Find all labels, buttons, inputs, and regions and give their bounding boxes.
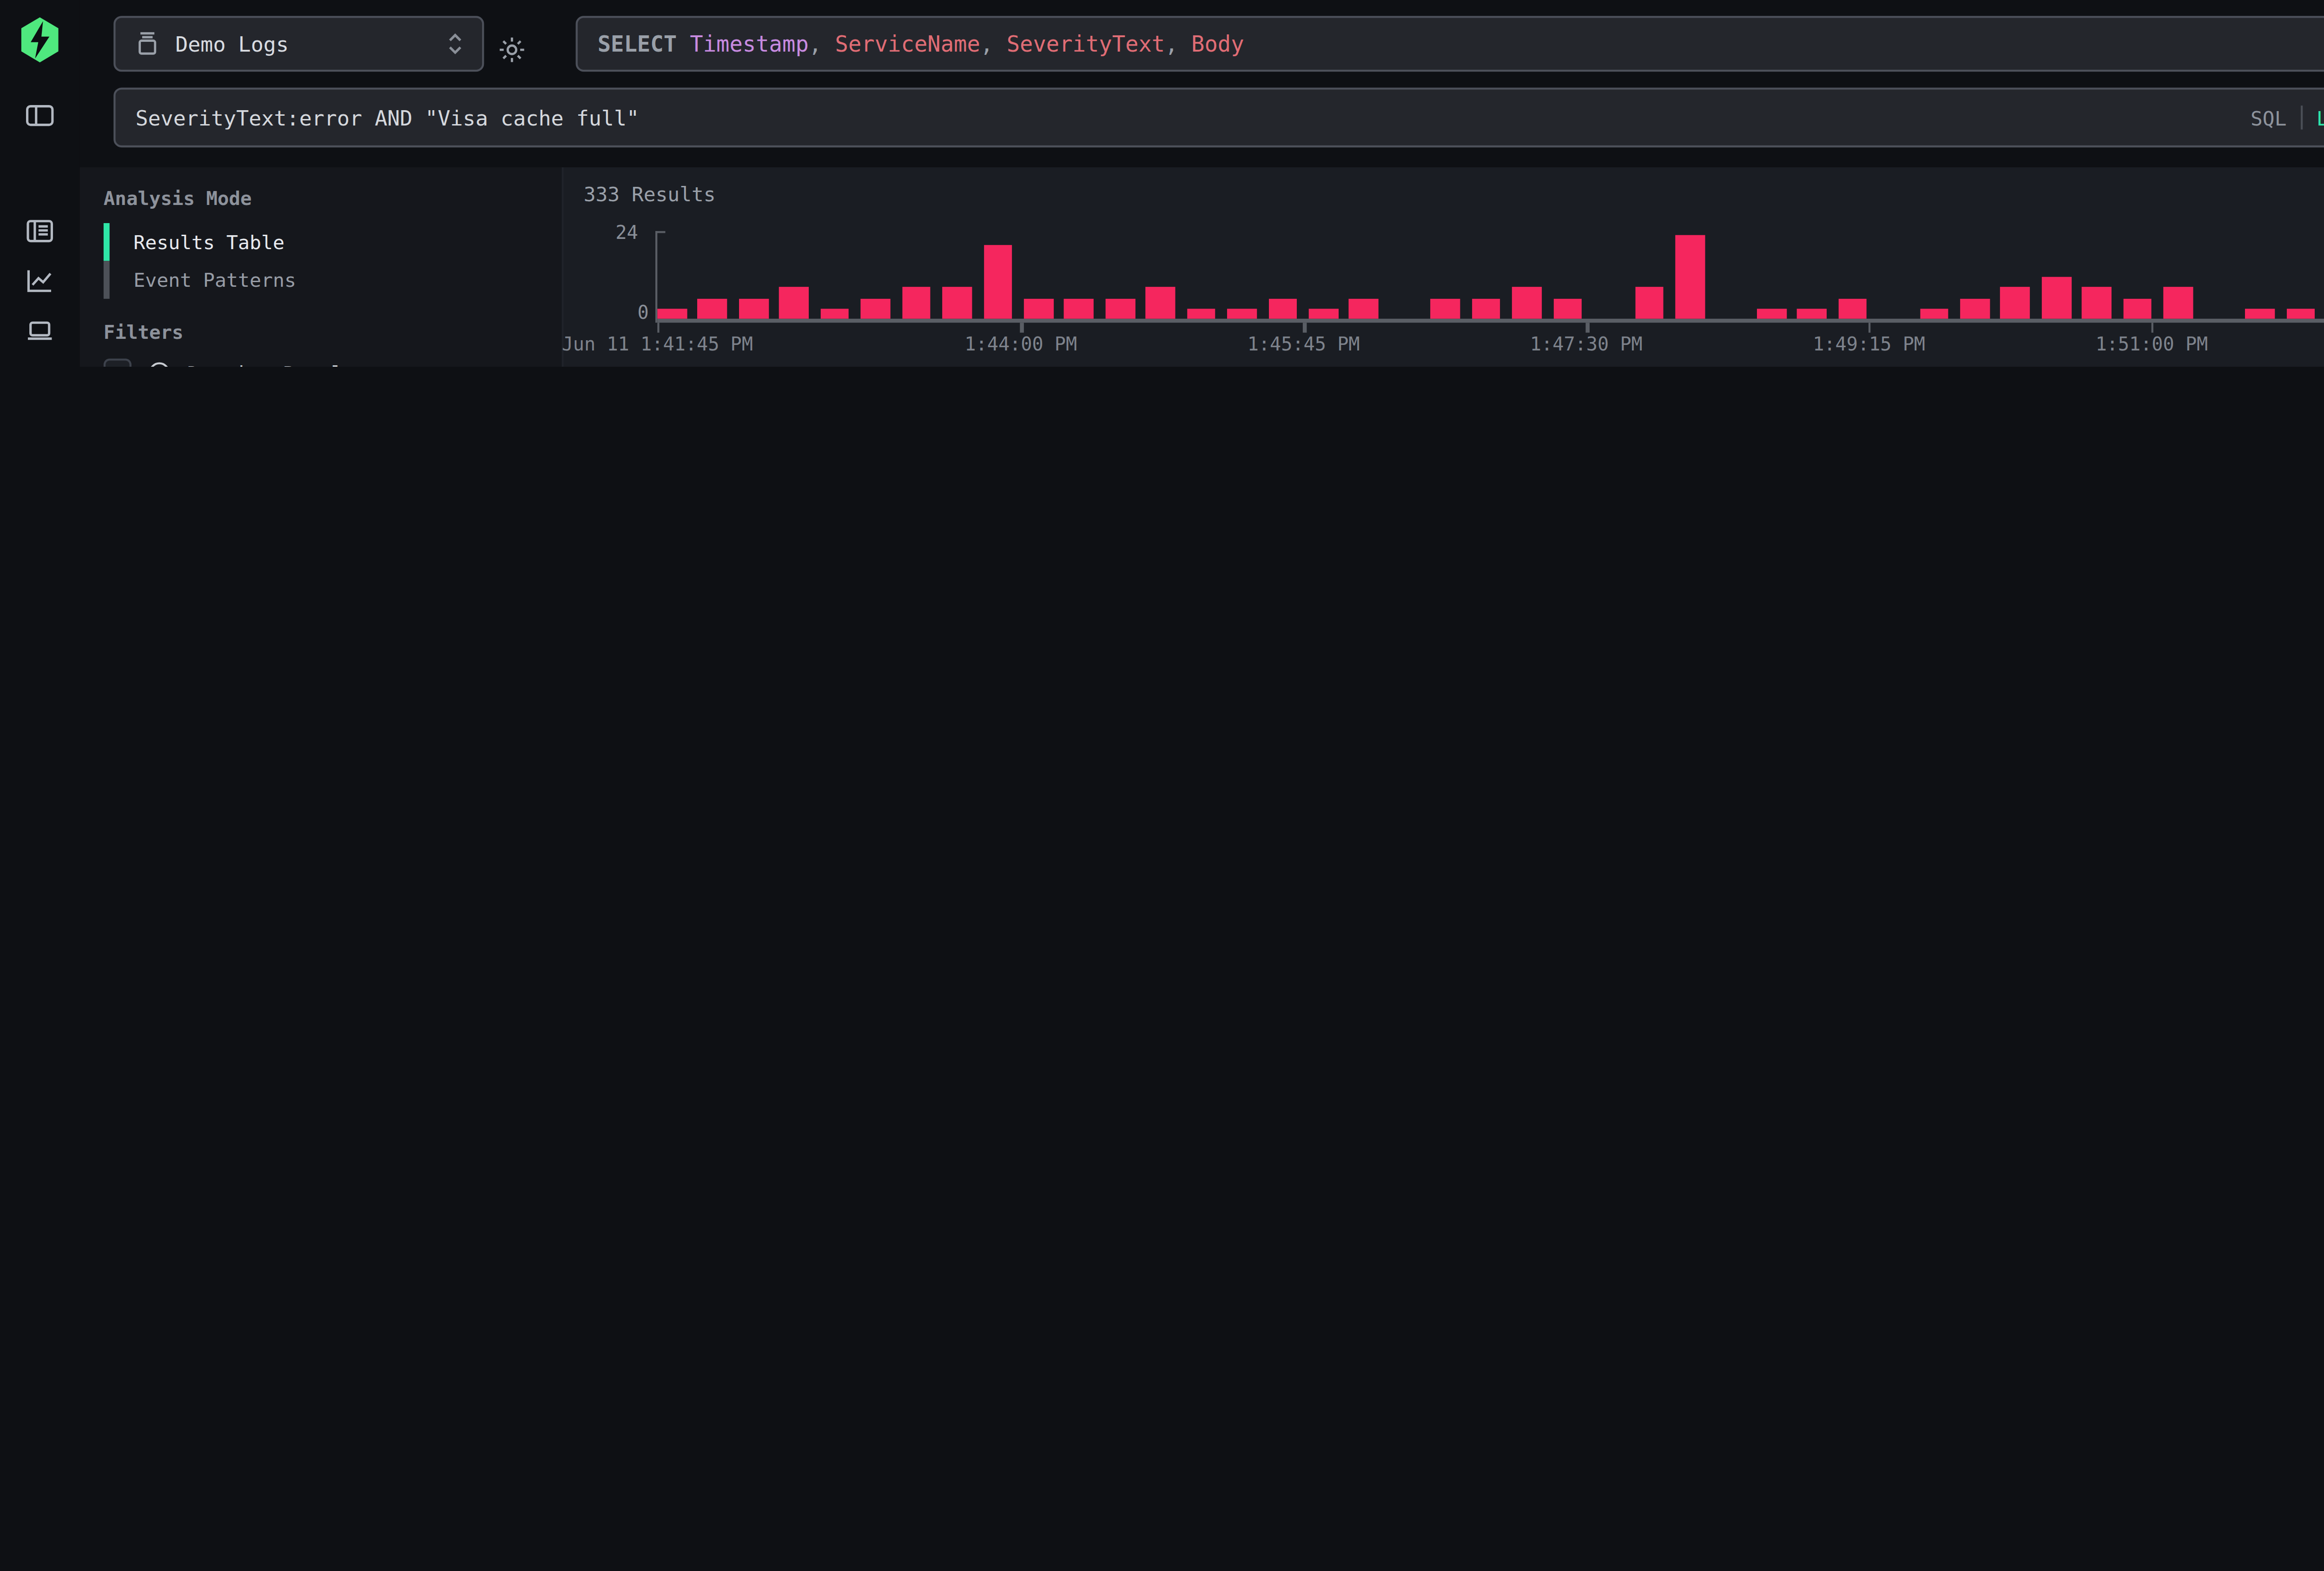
x-axis-tick <box>1869 323 1871 332</box>
x-axis-label: Jun 11 1:41:45 PM <box>562 333 753 355</box>
x-axis-label: 1:51:00 PM <box>2095 333 2208 355</box>
denoise-checkbox[interactable] <box>104 358 132 366</box>
histogram-bar <box>942 287 971 318</box>
histogram-bar <box>1920 308 1949 318</box>
histogram-bar <box>698 298 727 319</box>
x-axis-tick <box>1304 323 1306 332</box>
histogram-bar <box>2245 308 2274 318</box>
select-query-input[interactable]: SELECT Timestamp, ServiceName, SeverityT… <box>576 16 2324 72</box>
histogram-bar <box>1472 298 1501 319</box>
histogram-bar <box>2286 308 2315 318</box>
histogram-bar <box>1553 298 1582 319</box>
y-axis-min-label: 0 <box>637 301 648 323</box>
nav-search-icon[interactable] <box>24 215 56 247</box>
select-query-tokens: Timestamp, ServiceName, SeverityText, Bo… <box>690 31 1244 57</box>
histogram-bar <box>1187 308 1216 318</box>
histogram-bar <box>1146 287 1175 318</box>
mode-results-table[interactable]: Results Table <box>104 223 538 261</box>
histogram-bar <box>2082 287 2112 318</box>
histogram-bar <box>1064 298 1094 319</box>
sidebar-toggle-icon[interactable] <box>24 99 56 132</box>
select-keyword: SELECT <box>598 31 677 57</box>
histogram-bar <box>1228 308 1257 318</box>
histogram-bar <box>2041 277 2071 319</box>
mode-event-patterns[interactable]: Event Patterns <box>104 261 538 298</box>
histogram-bar <box>1349 298 1379 319</box>
histogram-bar <box>902 287 931 318</box>
histogram-bar <box>1512 287 1542 318</box>
histogram-bar <box>1797 308 1827 318</box>
nav-rail: ? U <box>0 0 79 367</box>
histogram-bar <box>820 308 850 318</box>
histogram-bar <box>1838 298 1867 319</box>
histogram-bar <box>861 298 890 319</box>
histogram-bar <box>2164 287 2193 318</box>
histogram-bar <box>1960 298 1989 319</box>
histogram-bar <box>657 308 687 318</box>
nav-chart-icon[interactable] <box>24 265 56 297</box>
main-content: 333 Results Scanned Rows: 788242 24 0 Ju… <box>564 167 2324 367</box>
denoise-icon <box>147 361 171 367</box>
x-axis-label: 1:44:00 PM <box>964 333 1077 355</box>
sql-mode-toggle[interactable]: SQL <box>2251 106 2286 128</box>
app: ? U Demo Logs SELECT Timestamp, ServiceN… <box>0 0 2324 367</box>
x-axis-tick <box>657 323 660 332</box>
histogram-bar <box>983 245 1012 318</box>
histogram-bar <box>1309 308 1338 318</box>
x-axis-label: 1:47:30 PM <box>1530 333 1643 355</box>
app-logo-icon[interactable] <box>16 16 64 64</box>
filter-sidebar: Analysis Mode Results Table Event Patter… <box>79 167 563 367</box>
source-select[interactable]: Demo Logs <box>113 16 484 72</box>
denoise-filter[interactable]: Denoise Results <box>104 358 538 366</box>
histogram-bar <box>2001 287 2030 318</box>
x-axis-label: 1:45:45 PM <box>1248 333 1360 355</box>
nav-sessions-icon[interactable] <box>24 315 56 347</box>
results-count: 333 Results <box>584 183 716 205</box>
histogram-bar <box>1675 235 1704 319</box>
histogram-bar <box>739 298 768 319</box>
x-axis-tick <box>2152 323 2154 332</box>
histogram-bar <box>1024 298 1053 319</box>
histogram-bar <box>1105 298 1135 319</box>
histogram-bar <box>1634 287 1664 318</box>
search-input[interactable]: SeverityText:error AND "Visa cache full"… <box>113 88 2324 148</box>
gear-icon[interactable] <box>496 22 532 66</box>
histogram-plot[interactable] <box>657 219 2324 323</box>
results-histogram[interactable]: 24 0 Jun 11 1:41:45 PM1:44:00 PM1:45:45 … <box>584 219 2324 352</box>
filters-title: Filters <box>104 321 538 343</box>
histogram-bar <box>1268 298 1297 319</box>
mode-divider <box>2300 106 2302 129</box>
histogram-bar <box>779 287 809 318</box>
y-axis-max-label: 24 <box>615 221 638 243</box>
histogram-bar <box>2123 298 2152 319</box>
x-axis-label: 1:49:15 PM <box>1813 333 1925 355</box>
nav-dashboards-icon[interactable] <box>24 364 56 366</box>
source-select-label: Demo Logs <box>175 32 432 56</box>
topbar: Demo Logs SELECT Timestamp, ServiceName,… <box>79 0 2324 167</box>
histogram-bar <box>1756 308 1786 318</box>
chevron-up-down-icon <box>446 30 464 58</box>
analysis-mode-title: Analysis Mode <box>104 187 538 209</box>
database-icon <box>133 30 161 58</box>
histogram-bar <box>1431 298 1460 319</box>
x-axis-tick <box>1021 323 1023 332</box>
x-axis-tick <box>1586 323 1589 332</box>
lucene-mode-toggle[interactable]: Lucene <box>2317 106 2324 128</box>
search-value: SeverityText:error AND "Visa cache full" <box>135 106 2251 129</box>
